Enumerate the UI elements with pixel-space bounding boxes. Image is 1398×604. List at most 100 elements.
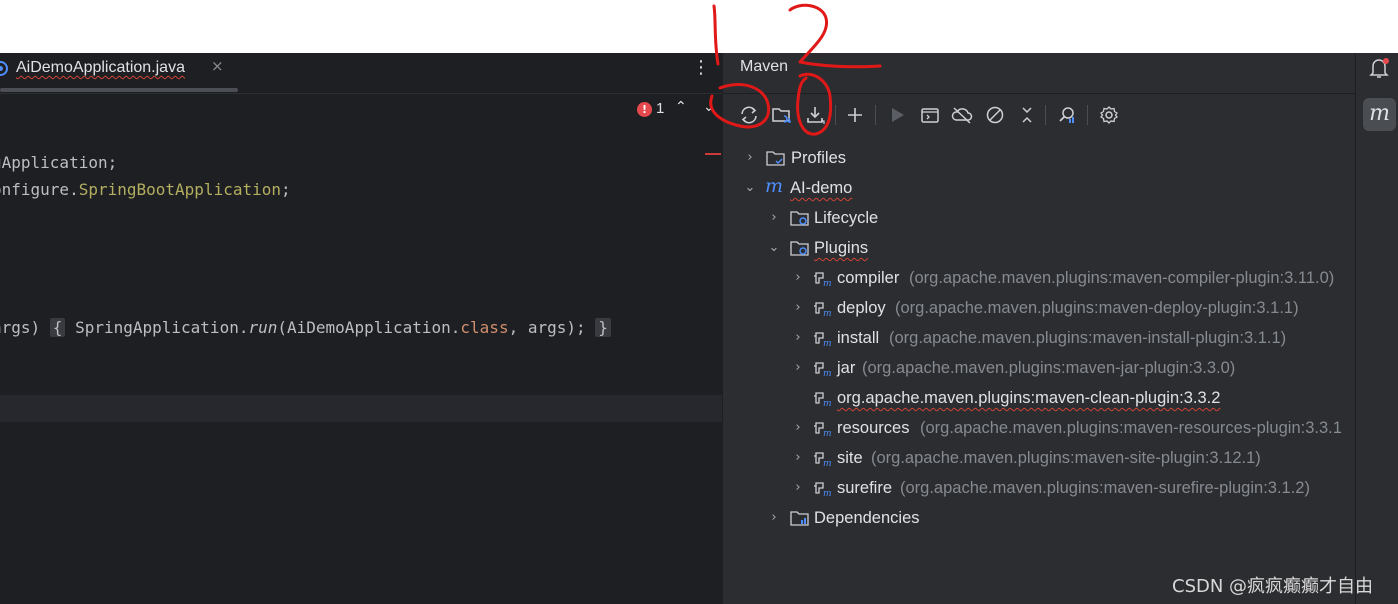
skip-tests-icon[interactable] bbox=[981, 101, 1009, 129]
right-tool-strip: m bbox=[1355, 53, 1398, 604]
chevron-right-icon[interactable]: › bbox=[791, 355, 805, 381]
plugin-icon: m bbox=[813, 449, 833, 469]
watermark: CSDN @疯疯癫癫才自由 bbox=[1172, 576, 1374, 597]
analyze-dependencies-icon[interactable] bbox=[1053, 101, 1081, 129]
code-text: onfigure. bbox=[0, 180, 79, 199]
editor-pane: AiDemoApplication.java × ⋮ ! 1 ⌃ ⌄ gAppl… bbox=[0, 53, 722, 604]
chevron-right-icon[interactable]: › bbox=[743, 145, 757, 171]
add-icon[interactable] bbox=[841, 101, 869, 129]
chevron-right-icon[interactable]: › bbox=[767, 205, 781, 231]
svg-text:m: m bbox=[823, 429, 832, 437]
plugin-name: jar bbox=[837, 359, 856, 377]
chevron-down-icon[interactable]: ⌄ bbox=[743, 175, 757, 201]
chevron-right-icon[interactable]: › bbox=[791, 445, 805, 471]
code-text: args) bbox=[0, 318, 41, 337]
settings-icon[interactable] bbox=[1095, 101, 1123, 129]
plugin-name: compiler bbox=[837, 269, 900, 287]
code-area[interactable]: gApplication; onfigure.SpringBootApplica… bbox=[0, 53, 722, 604]
maven-title: Maven bbox=[740, 58, 789, 75]
svg-text:m: m bbox=[823, 459, 832, 467]
tree-node-plugin[interactable]: › m jar (org.apache.maven.plugins:maven-… bbox=[791, 355, 1356, 381]
run-icon[interactable] bbox=[883, 101, 911, 129]
plugin-icon: m bbox=[813, 329, 833, 349]
svg-text:m: m bbox=[823, 369, 832, 377]
tree-node-plugin[interactable]: m org.apache.maven.plugins:maven-clean-p… bbox=[791, 385, 1356, 411]
svg-text:m: m bbox=[823, 399, 832, 407]
plugin-artifact: (org.apache.maven.plugins:maven-compiler… bbox=[909, 269, 1335, 287]
tree-node-label: Profiles bbox=[791, 149, 847, 167]
tree-node-plugins[interactable]: ⌄ Plugins bbox=[767, 235, 967, 261]
toolbar-divider bbox=[875, 105, 876, 125]
tree-node-plugin[interactable]: › m site (org.apache.maven.plugins:maven… bbox=[791, 445, 1356, 471]
maven-tool-window: Maven › Profiles ⌄ m AI-demo › Lifecycle… bbox=[722, 53, 1356, 604]
maven-tool-window-button[interactable]: m bbox=[1363, 98, 1396, 131]
execute-goal-icon[interactable] bbox=[916, 101, 944, 129]
plugin-icon: m bbox=[813, 299, 833, 319]
folder-settings-icon bbox=[790, 209, 810, 227]
plugin-name: site bbox=[837, 449, 863, 467]
code-line: onfigure.SpringBootApplication; bbox=[0, 177, 291, 203]
reload-icon[interactable] bbox=[735, 101, 763, 129]
download-icon[interactable] bbox=[801, 101, 829, 129]
chevron-down-icon[interactable]: ⌄ bbox=[767, 235, 781, 261]
code-text: ; bbox=[281, 180, 291, 199]
plugin-icon: m bbox=[813, 479, 833, 499]
tree-node-plugin[interactable]: › m surefire (org.apache.maven.plugins:m… bbox=[791, 475, 1356, 501]
toolbar-divider bbox=[1045, 105, 1046, 125]
code-text: , args); bbox=[508, 318, 596, 337]
tree-node-plugin[interactable]: › m deploy (org.apache.maven.plugins:mav… bbox=[791, 295, 1356, 321]
divider bbox=[723, 93, 1356, 94]
svg-text:m: m bbox=[823, 309, 832, 317]
svg-text:m: m bbox=[823, 279, 832, 287]
plugin-name: org.apache.maven.plugins:maven-clean-plu… bbox=[837, 389, 1221, 407]
code-line: args) { SpringApplication.run(AiDemoAppl… bbox=[0, 315, 611, 341]
tree-node-project[interactable]: ⌄ m AI-demo bbox=[743, 175, 943, 201]
plugin-artifact: (org.apache.maven.plugins:maven-install-… bbox=[889, 329, 1287, 347]
tree-node-label: Lifecycle bbox=[814, 209, 879, 227]
maven-toolbar bbox=[735, 101, 1355, 129]
tree-node-lifecycle[interactable]: › Lifecycle bbox=[767, 205, 967, 231]
toolbar-divider bbox=[1087, 105, 1088, 125]
tree-node-label: AI-demo bbox=[790, 179, 853, 197]
chevron-right-icon[interactable]: › bbox=[791, 415, 805, 441]
tree-node-profiles[interactable]: › Profiles bbox=[743, 145, 943, 171]
code-annotation-name: SpringBootApplication bbox=[78, 180, 281, 199]
folder-settings-icon bbox=[790, 239, 810, 257]
tree-node-plugin[interactable]: › m compiler (org.apache.maven.plugins:m… bbox=[791, 265, 1356, 291]
code-text: (AiDemoApplication. bbox=[277, 318, 461, 337]
plugin-name: surefire bbox=[837, 479, 893, 497]
tree-node-plugin[interactable]: › m install (org.apache.maven.plugins:ma… bbox=[791, 325, 1356, 351]
code-text: gApplication; bbox=[0, 153, 118, 172]
code-text: SpringApplication. bbox=[65, 318, 249, 337]
plugin-icon: m bbox=[813, 389, 833, 409]
plugin-name: resources bbox=[837, 419, 910, 437]
chevron-right-icon[interactable]: › bbox=[791, 295, 805, 321]
chevron-right-icon[interactable]: › bbox=[767, 505, 781, 531]
offline-icon[interactable] bbox=[948, 101, 976, 129]
notifications-bell-icon[interactable] bbox=[1368, 56, 1390, 80]
folder-dependencies-icon bbox=[790, 509, 810, 527]
code-method: run bbox=[248, 318, 278, 337]
plugin-icon: m bbox=[813, 419, 833, 439]
chevron-right-icon[interactable]: › bbox=[791, 265, 805, 291]
ide-window: AiDemoApplication.java × ⋮ ! 1 ⌃ ⌄ gAppl… bbox=[0, 53, 1398, 604]
chevron-right-icon[interactable]: › bbox=[791, 325, 805, 351]
plugin-artifact: (org.apache.maven.plugins:maven-deploy-p… bbox=[895, 299, 1299, 317]
generate-sources-icon[interactable] bbox=[768, 101, 796, 129]
plugin-icon: m bbox=[813, 269, 833, 289]
plugin-artifact: (org.apache.maven.plugins:maven-site-plu… bbox=[871, 449, 1261, 467]
code-line: gApplication; bbox=[0, 150, 117, 176]
folded-brace[interactable]: } bbox=[595, 318, 611, 337]
plugin-name: install bbox=[837, 329, 880, 347]
svg-text:m: m bbox=[823, 489, 832, 497]
folded-brace[interactable]: { bbox=[49, 318, 66, 337]
tree-node-plugin[interactable]: › m resources (org.apache.maven.plugins:… bbox=[791, 415, 1356, 441]
collapse-all-icon[interactable] bbox=[1013, 101, 1041, 129]
chevron-right-icon[interactable]: › bbox=[791, 475, 805, 501]
code-keyword: class bbox=[460, 318, 509, 337]
tree-node-dependencies[interactable]: › Dependencies bbox=[767, 505, 1017, 531]
plugin-artifact: (org.apache.maven.plugins:maven-resource… bbox=[920, 419, 1342, 437]
plugin-name: deploy bbox=[837, 299, 886, 317]
toolbar-divider bbox=[835, 105, 836, 125]
plugin-artifact: (org.apache.maven.plugins:maven-jar-plug… bbox=[862, 359, 1236, 377]
